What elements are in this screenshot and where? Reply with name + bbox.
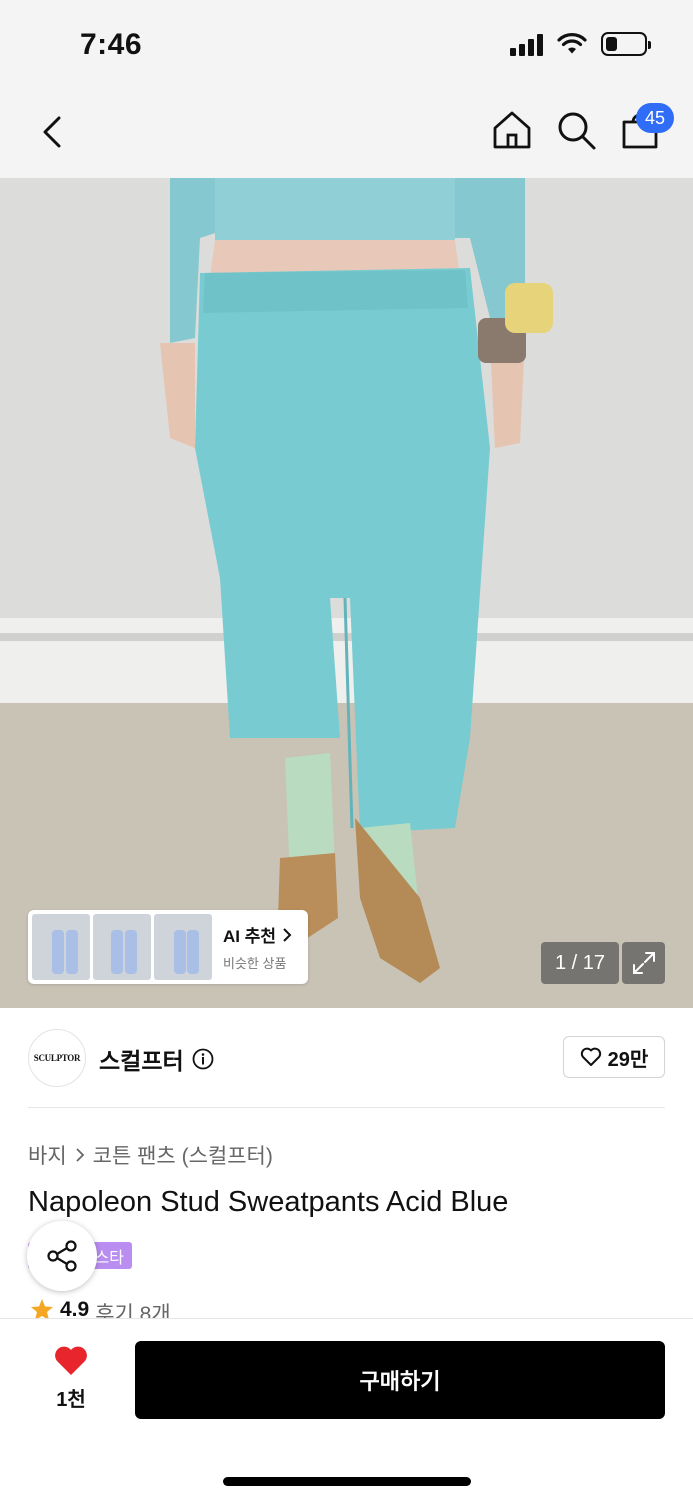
brand-like-count: 29만 <box>607 1048 649 1071</box>
expand-icon <box>632 952 655 974</box>
top-navigation <box>0 90 693 178</box>
wishlist-count: 1천 <box>56 1389 86 1411</box>
status-time: 7:46 <box>80 28 143 61</box>
home-icon <box>493 111 531 149</box>
chevron-right-icon <box>76 1148 84 1162</box>
breadcrumb: 바지 코튼 팬츠 (스컬프터) <box>28 1140 273 1170</box>
status-icons <box>510 32 651 56</box>
star-icon <box>31 1299 53 1320</box>
thumbnail-1[interactable] <box>32 914 90 980</box>
ai-recommend-title-row: AI 추천 <box>223 922 292 947</box>
expand-button[interactable] <box>622 942 665 984</box>
brand-name: 스컬프터 <box>99 1048 184 1074</box>
breadcrumb-subcategory[interactable]: 코튼 팬츠 (스컬프터) <box>93 1140 273 1170</box>
search-button[interactable] <box>554 108 598 152</box>
search-icon <box>558 112 596 150</box>
rating-value: 4.9 <box>60 1298 90 1320</box>
home-indicator <box>223 1477 471 1486</box>
chevron-left-icon <box>43 116 61 148</box>
battery-level <box>606 37 617 51</box>
ai-recommend[interactable]: AI 추천 비슷한 상품 <box>223 922 292 972</box>
product-image[interactable] <box>0 178 693 1008</box>
home-button[interactable] <box>490 108 534 152</box>
battery-icon <box>601 32 651 56</box>
bottom-action-bar: 1천 구매하기 <box>0 1318 693 1500</box>
heart-outline-icon <box>580 1047 601 1066</box>
review-count: 후기 8개 <box>95 1303 171 1320</box>
brand-logo[interactable]: SCULPTOR <box>28 1029 86 1087</box>
share-button[interactable] <box>27 1221 97 1291</box>
ai-recommend-subtitle: 비슷한 상품 <box>223 956 287 971</box>
cellular-signal-icon <box>510 32 543 56</box>
share-icon <box>47 1240 77 1272</box>
breadcrumb-category[interactable]: 바지 <box>28 1140 67 1170</box>
brand-logo-text: SCULPTOR <box>33 1053 81 1063</box>
product-photo <box>0 178 693 1008</box>
brand-like-button[interactable]: 29만 <box>563 1036 665 1078</box>
chevron-right-icon <box>283 927 292 942</box>
heart-filled-icon <box>55 1346 87 1375</box>
back-button[interactable] <box>32 110 72 154</box>
ai-recommend-title: AI 추천 <box>223 927 277 946</box>
info-icon[interactable] <box>192 1048 214 1070</box>
image-counter: 1 / 17 <box>541 942 619 984</box>
status-bar: 7:46 <box>0 0 693 90</box>
brand-name-row[interactable]: 스컬프터 <box>99 1042 214 1076</box>
brand-row: SCULPTOR 스컬프터 29만 <box>0 1008 693 1108</box>
rating-row[interactable]: 4.9 후기 8개 <box>30 1298 171 1320</box>
thumbnail-2[interactable] <box>93 914 151 980</box>
buy-button[interactable]: 구매하기 <box>135 1341 665 1419</box>
thumbnail-3[interactable] <box>154 914 212 980</box>
divider <box>28 1107 665 1108</box>
bag-count-badge: 45 <box>636 103 674 133</box>
wishlist-button[interactable]: 1천 <box>40 1345 102 1415</box>
ai-recommend-strip[interactable]: AI 추천 비슷한 상품 <box>28 910 308 984</box>
wifi-icon <box>557 33 587 54</box>
product-title: Napoleon Stud Sweatpants Acid Blue <box>28 1186 509 1218</box>
